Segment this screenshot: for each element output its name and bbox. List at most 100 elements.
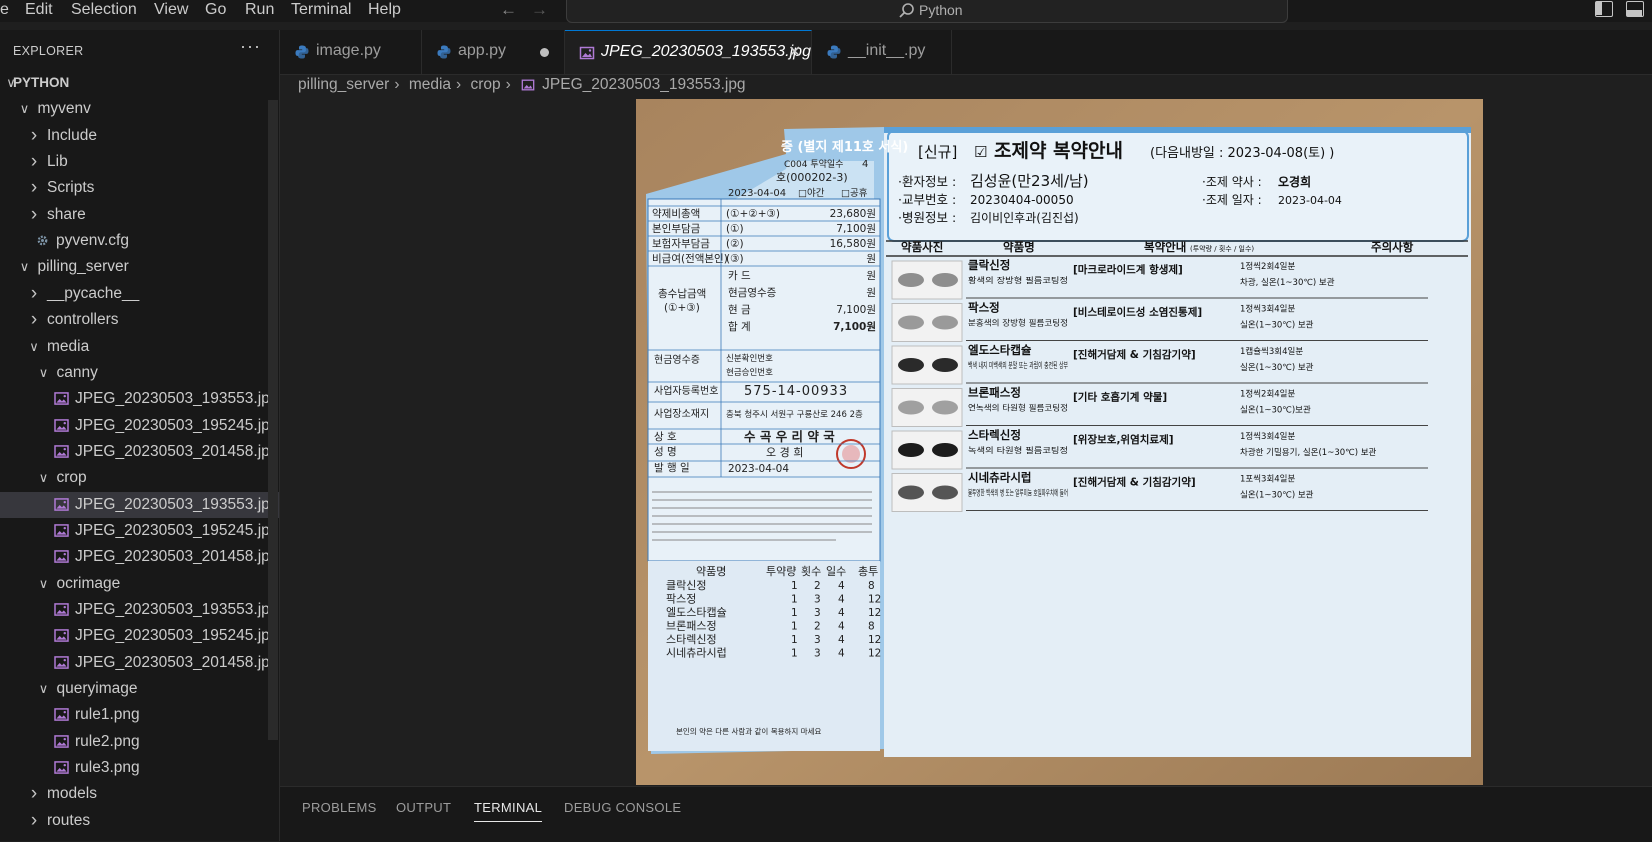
chevron-down-icon[interactable]: ∨ <box>37 676 51 702</box>
file-item[interactable]: JPEG_20230503_193553.jpg <box>0 597 279 623</box>
menu-selection[interactable]: Selection <box>71 1 137 19</box>
chevron-down-icon[interactable]: ∨ <box>37 571 51 597</box>
folder-item[interactable]: › models <box>0 781 279 807</box>
toggle-panel-icon[interactable] <box>1626 1 1644 17</box>
more-actions-icon[interactable]: ··· <box>240 36 261 57</box>
folder-item[interactable]: ∨ pilling_server <box>0 254 279 280</box>
file-item[interactable]: pyvenv.cfg <box>0 228 279 254</box>
chevron-down-icon[interactable]: ∨ <box>18 96 32 122</box>
menu-edit[interactable]: Edit <box>25 1 53 19</box>
col-name: 약품명 <box>1003 240 1035 254</box>
chevron-right-icon[interactable]: › <box>27 281 41 307</box>
toggle-sidebar-icon[interactable] <box>1595 1 1613 17</box>
folder-item[interactable]: ∨ ocrimage <box>0 571 279 597</box>
folder-item[interactable]: ∨ myvenv <box>0 96 279 122</box>
chevron-right-icon[interactable]: › <box>27 175 41 201</box>
chevron-down-icon[interactable]: ∨ <box>37 360 51 386</box>
file-item[interactable]: JPEG_20230503_193553.jpg <box>0 491 279 518</box>
menu-go[interactable]: Go <box>205 1 226 19</box>
pay-label: 총수납금액 <box>658 288 706 300</box>
file-item[interactable]: JPEG_20230503_193553.jpg <box>0 386 279 412</box>
menu-file[interactable]: e <box>0 1 9 19</box>
panel-tab-output[interactable]: OUTPUT <box>396 800 451 815</box>
breadcrumb-item[interactable]: pilling_server <box>298 76 389 94</box>
back-arrow-icon[interactable]: ← <box>500 0 517 20</box>
file-item[interactable]: JPEG_20230503_195245.jpg <box>0 413 279 439</box>
file-item[interactable]: rule3.png <box>0 755 279 781</box>
file-item[interactable]: JPEG_20230503_195245.jpg <box>0 518 279 544</box>
date-label: ·조제 일자 : <box>1202 193 1262 207</box>
image-file-icon <box>54 603 69 616</box>
chevron-right-icon[interactable]: › <box>27 781 41 807</box>
forward-arrow-icon[interactable]: → <box>531 0 548 20</box>
pill-image <box>932 400 958 415</box>
folder-item[interactable]: ∨ canny <box>0 360 279 386</box>
chevron-right-icon[interactable]: › <box>27 202 41 228</box>
file-item[interactable]: JPEG_20230503_201458.jpg <box>0 439 279 465</box>
command-center-search[interactable]: Python <box>566 0 1288 23</box>
chevron-down-icon[interactable]: ∨ <box>37 465 51 491</box>
folder-item[interactable]: ∨ media <box>0 334 279 360</box>
folder-item[interactable]: › share <box>0 202 279 228</box>
folder-item[interactable]: › controllers <box>0 307 279 333</box>
med-days: 4 <box>838 648 845 660</box>
folder-item[interactable]: › routes <box>0 808 279 834</box>
file-item[interactable]: JPEG_20230503_201458.jpg <box>0 544 279 570</box>
menu-terminal[interactable]: Terminal <box>291 1 351 19</box>
tab-image-py[interactable]: image.py <box>280 30 422 74</box>
prescription-photo[interactable]: 증 (별지 제11호 서식) C004 투약일수 4 호(000202-3) 2… <box>636 99 1483 785</box>
chevron-right-icon[interactable]: › <box>27 123 41 149</box>
chevron-down-icon[interactable]: ∨ <box>18 254 32 280</box>
tree-item-label: share <box>47 205 86 223</box>
biz-no-label: 사업자등록번호 <box>654 384 718 397</box>
panel-tab-problems[interactable]: PROBLEMS <box>302 800 377 815</box>
file-item[interactable]: rule2.png <box>0 729 279 755</box>
breadcrumb-item[interactable]: media <box>409 76 451 94</box>
tab-jpeg-image[interactable]: JPEG_20230503_193553.jpg ✕ <box>565 30 812 74</box>
chevron-right-icon[interactable]: › <box>27 149 41 175</box>
chevron-down-icon[interactable]: ∨ <box>27 334 41 360</box>
menu-view[interactable]: View <box>154 1 188 19</box>
folder-item[interactable]: › Include <box>0 123 279 149</box>
breadcrumb-item[interactable]: JPEG_20230503_193553.jpg <box>542 76 745 94</box>
folder-item[interactable]: › Lib <box>0 149 279 175</box>
receipt-row-value: 16,580원 <box>830 238 876 250</box>
med-header-cell: 투약량 <box>766 564 796 578</box>
folder-item[interactable]: ∨ PYTHON <box>0 70 279 96</box>
panel-tab-terminal[interactable]: TERMINAL <box>474 800 543 822</box>
receipt-row-formula: (②) <box>726 238 744 250</box>
chevron-right-icon[interactable]: › <box>27 307 41 333</box>
unsaved-dot-icon[interactable] <box>540 48 549 57</box>
chevron-right-icon: › <box>394 76 400 93</box>
folder-item[interactable]: ∨ crop <box>0 465 279 491</box>
tree-item-label: canny <box>56 363 98 381</box>
folder-item[interactable]: › __pycache__ <box>0 281 279 307</box>
medicine-name: 브론패스정 <box>968 386 1021 400</box>
file-item[interactable]: rule1.png <box>0 702 279 728</box>
tree-item-label: Lib <box>47 153 68 171</box>
folder-item[interactable]: ∨ queryimage <box>0 676 279 702</box>
medicine-dose: 1정씩2회4일분 <box>1240 389 1296 400</box>
breadcrumb-item[interactable]: crop <box>471 76 501 94</box>
panel-tab-debug-console[interactable]: DEBUG CONSOLE <box>564 800 681 815</box>
file-item[interactable]: JPEG_20230503_195245.jpg <box>0 623 279 649</box>
breadcrumb: pilling_server › media › crop › JPEG_202305… <box>298 76 746 98</box>
chevron-right-icon: › <box>456 76 462 93</box>
tab-init-py[interactable]: __init__.py <box>812 30 952 74</box>
file-item[interactable]: JPEG_20230503_201458.jpg <box>0 650 279 676</box>
receipt-days-value: 4 <box>862 159 868 170</box>
menu-run[interactable]: Run <box>245 1 274 19</box>
close-icon[interactable]: ✕ <box>788 42 801 62</box>
image-file-icon <box>54 655 69 669</box>
medicine-class: [비스테로이드성 소염진통제] <box>1073 306 1202 319</box>
image-file-icon <box>54 392 69 406</box>
tab-app-py[interactable]: app.py <box>422 30 565 74</box>
name-label: 성 명 <box>654 446 677 458</box>
chevron-right-icon[interactable]: › <box>27 808 41 834</box>
menu-help[interactable]: Help <box>368 1 401 19</box>
image-viewer[interactable]: 증 (별지 제11호 서식) C004 투약일수 4 호(000202-3) 2… <box>280 98 1652 786</box>
pay-row-value: 원 <box>866 270 876 282</box>
name: 오 경 희 <box>766 446 803 459</box>
folder-item[interactable]: › Scripts <box>0 175 279 201</box>
sidebar-scrollbar[interactable] <box>268 100 278 740</box>
